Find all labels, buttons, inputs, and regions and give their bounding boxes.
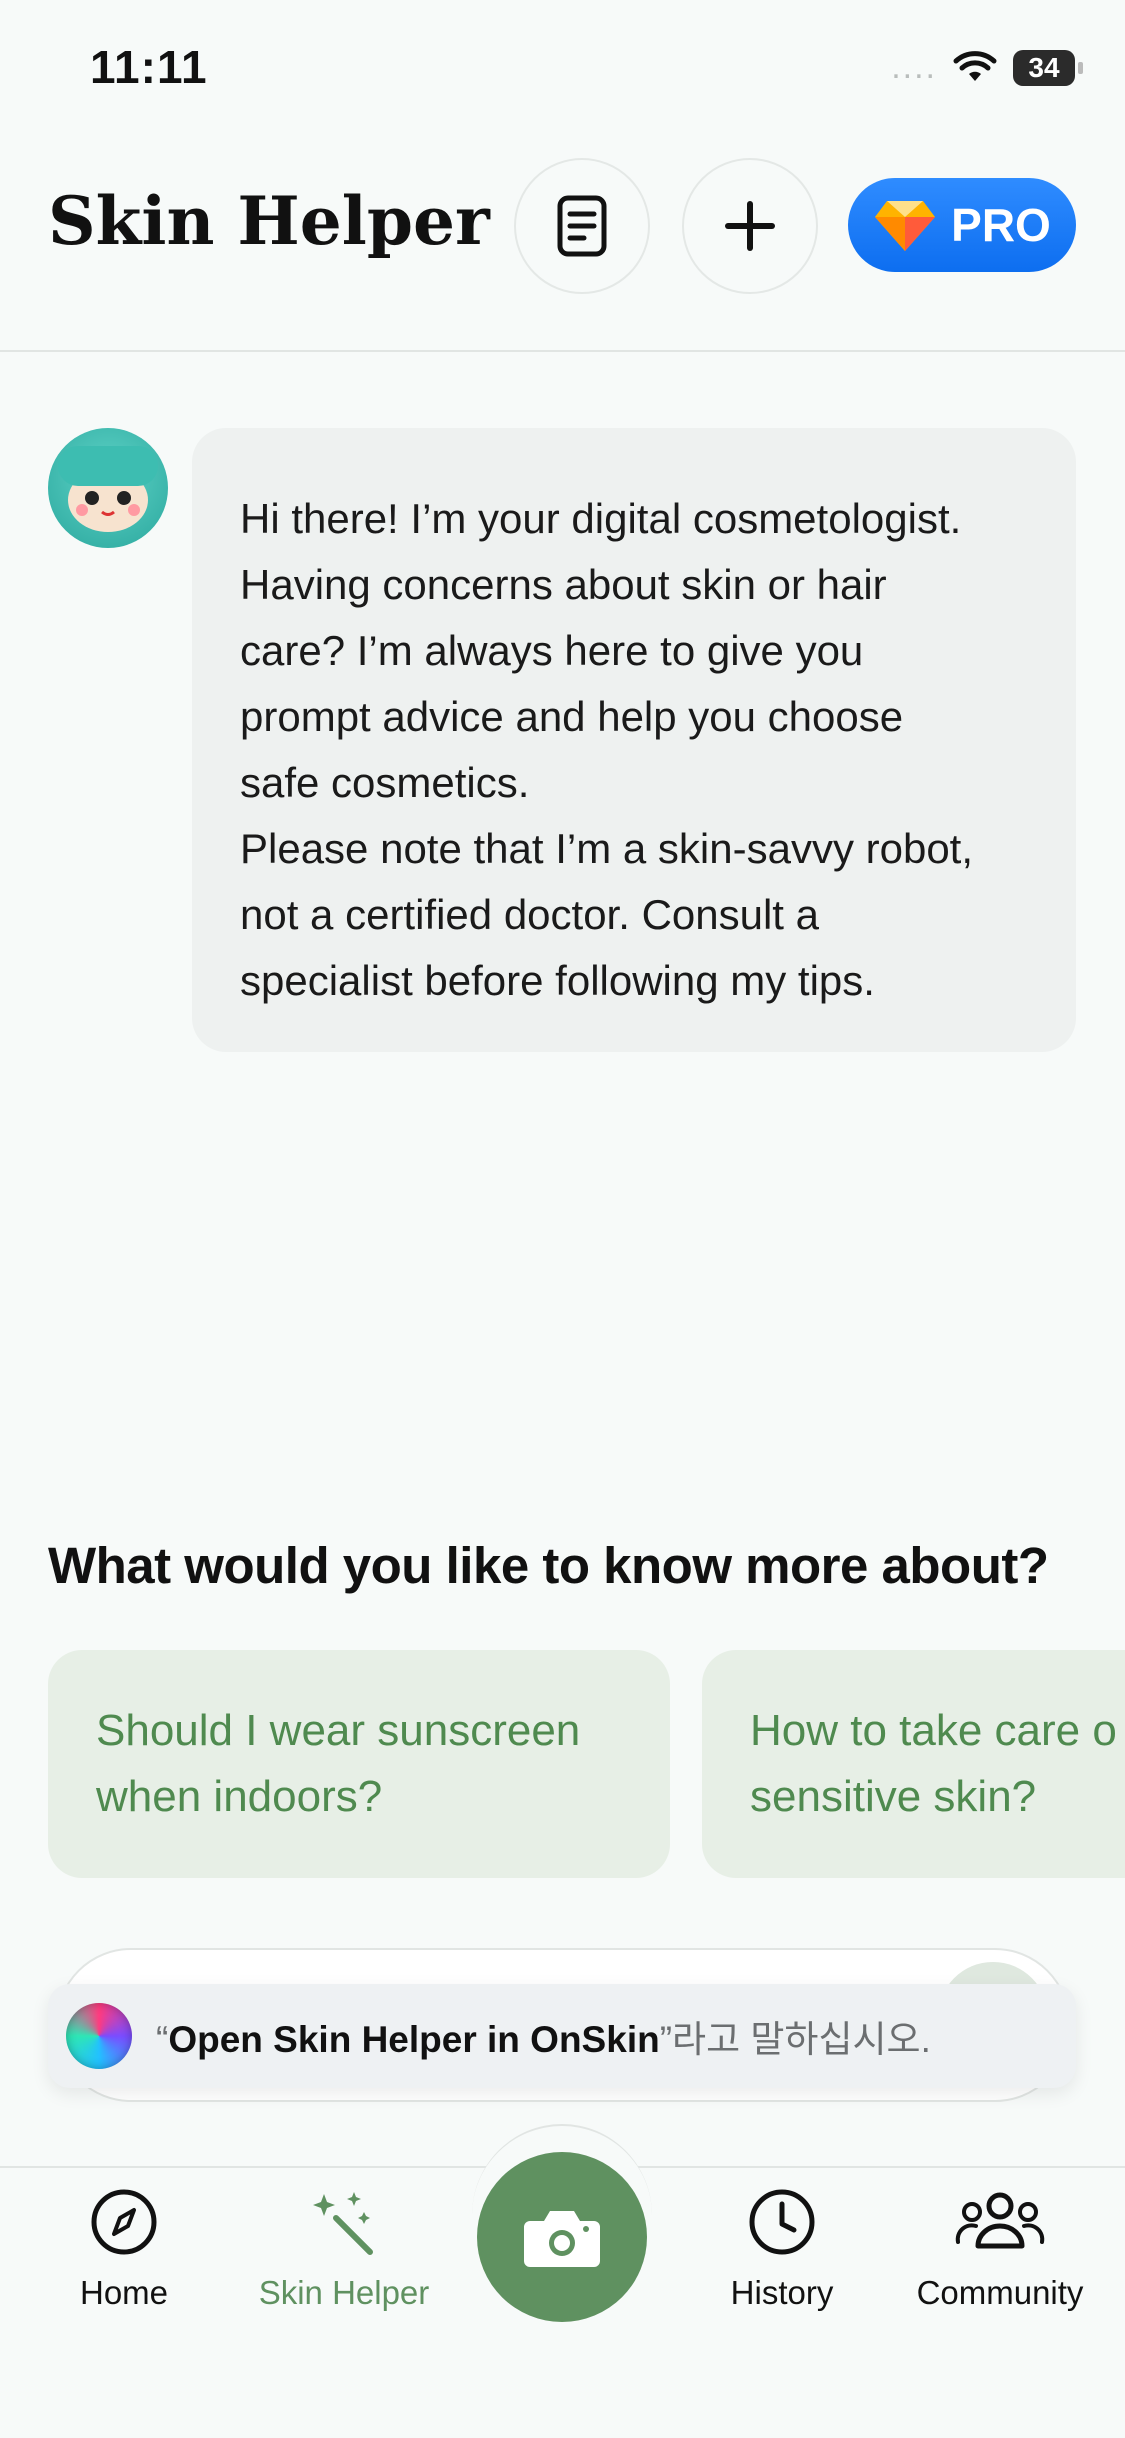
message-line: Having concerns about skin or hair <box>240 561 887 608</box>
message-line: safe cosmetics. <box>240 759 530 806</box>
pro-upgrade-button[interactable]: PRO <box>848 178 1076 272</box>
battery-level: 34 <box>1028 51 1060 83</box>
siri-phrase: Open Skin Helper in OnSkin <box>168 2019 660 2060</box>
siri-instruction: ”라고 말하십시오. <box>659 2019 931 2060</box>
status-indicators: .... 34 <box>891 48 1083 87</box>
status-time: 11:11 <box>90 41 208 93</box>
assistant-avatar <box>48 428 168 548</box>
message-line: Please note that I’m a skin-savvy robot, <box>240 825 974 872</box>
message-line: specialist before following my tips. <box>240 957 875 1004</box>
suggestion-line: sensitive skin? <box>750 1772 1037 1821</box>
suggestions-heading: What would you like to know more about? <box>48 1537 1049 1594</box>
wifi-icon <box>953 50 997 81</box>
tab-label: Skin Helper <box>258 2274 430 2311</box>
camera-button[interactable] <box>477 2152 647 2322</box>
robot-face-icon <box>58 446 158 532</box>
status-bar: 11:11 .... 34 <box>0 0 1125 140</box>
siri-icon <box>66 2003 132 2069</box>
message-line: prompt advice and help you choose <box>240 693 904 740</box>
suggestion-line: when indoors? <box>96 1772 383 1821</box>
siri-suggestion-banner[interactable]: “Open Skin Helper in OnSkin”라고 말하십시오. <box>48 1984 1076 2088</box>
camera-icon <box>524 2211 600 2267</box>
pro-label: PRO <box>951 199 1051 251</box>
assistant-message: Hi there! I’m your digital cosmetologist… <box>192 428 1076 1052</box>
cellular-signal-icon: .... <box>891 48 937 86</box>
suggestion-line: How to take care o <box>750 1706 1117 1755</box>
battery-icon: 34 <box>1013 49 1083 86</box>
notes-button[interactable] <box>514 158 650 294</box>
tab-community[interactable]: Community <box>890 2188 1110 2312</box>
tab-label: Home <box>79 2274 169 2311</box>
tab-label: History <box>730 2274 834 2311</box>
document-icon <box>557 195 607 257</box>
diamond-icon <box>875 201 936 251</box>
new-chat-button[interactable] <box>682 158 818 294</box>
tab-skin-helper[interactable]: Skin Helper <box>234 2188 454 2312</box>
message-line: Hi there! I’m your digital cosmetologist… <box>240 495 962 542</box>
tab-history[interactable]: History <box>672 2188 892 2312</box>
people-icon <box>955 2192 1045 2249</box>
message-line: not a certified doctor. Consult a <box>240 891 819 938</box>
magic-wand-icon <box>313 2192 373 2255</box>
page-title: Skin Helper <box>48 182 490 260</box>
suggestion-chip[interactable]: Should I wear sunscreen when indoors? <box>48 1650 670 1878</box>
plus-icon <box>725 201 775 251</box>
siri-suggestion-text: “Open Skin Helper in OnSkin”라고 말하십시오. <box>156 2009 931 2063</box>
tab-label: Community <box>916 2274 1084 2311</box>
app-header: Skin Helper PRO <box>0 140 1125 352</box>
clock-icon <box>749 2189 815 2255</box>
tab-home[interactable]: Home <box>14 2188 234 2312</box>
suggestion-line: Should I wear sunscreen <box>96 1706 581 1755</box>
compass-icon <box>91 2189 157 2255</box>
siri-quote-open: “ <box>156 2019 169 2060</box>
suggestion-chip[interactable]: How to take care o sensitive skin? <box>702 1650 1125 1878</box>
message-line: care? I’m always here to give you <box>240 627 864 674</box>
